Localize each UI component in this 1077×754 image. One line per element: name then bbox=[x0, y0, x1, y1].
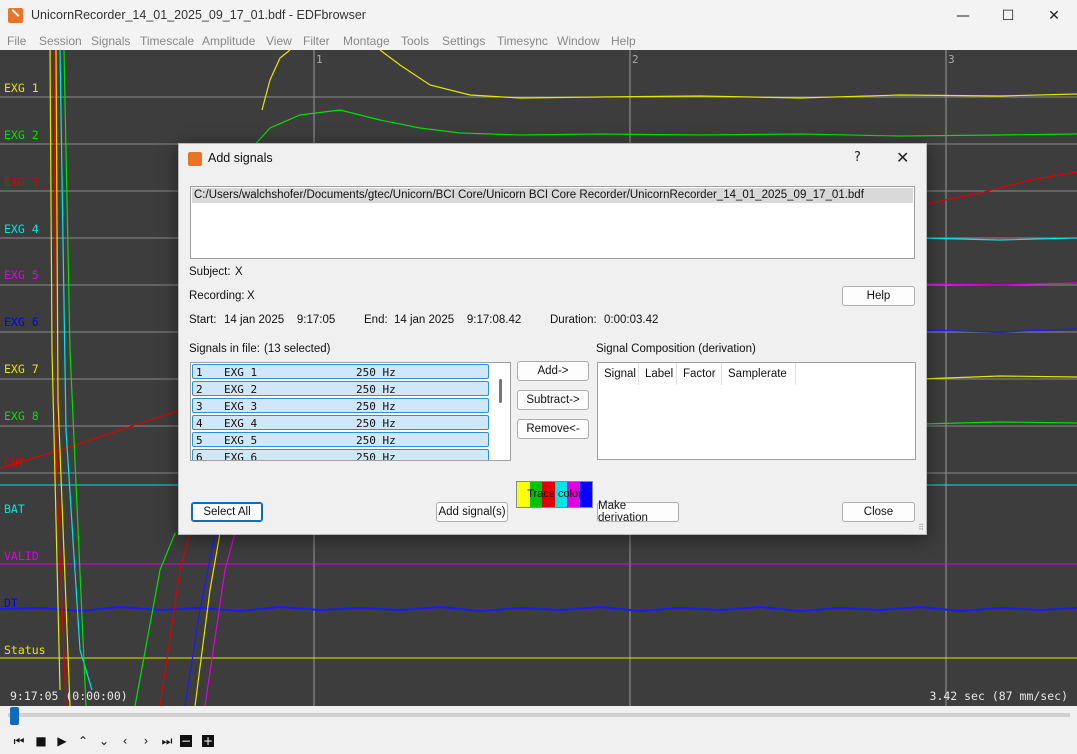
dt-trace bbox=[0, 605, 1077, 613]
subject-value: X bbox=[235, 266, 243, 278]
signal-list-item[interactable]: 6 EXG 6 250 Hz bbox=[192, 449, 489, 460]
signal-label-bat[interactable]: BAT bbox=[4, 502, 25, 516]
remove-button[interactable]: Remove<- bbox=[517, 419, 589, 439]
signal-label-exg7[interactable]: EXG 7 bbox=[4, 362, 39, 376]
menu-bar: File Session Signals Timescale Amplitude… bbox=[0, 31, 1077, 50]
menu-session[interactable]: Session bbox=[39, 34, 82, 48]
signal-list-item[interactable]: 3 EXG 3 250 Hz bbox=[192, 398, 489, 413]
dialog-close-icon[interactable]: ✕ bbox=[896, 148, 909, 167]
signal-list-item[interactable]: 4 EXG 4 250 Hz bbox=[192, 415, 489, 430]
signals-list-scrollbar[interactable] bbox=[499, 379, 502, 403]
column-header-signal[interactable]: Signal bbox=[598, 363, 639, 385]
menu-filter[interactable]: Filter bbox=[303, 34, 330, 48]
add-signals-button[interactable]: Add signal(s) bbox=[436, 502, 508, 522]
signals-in-file-label: Signals in file: bbox=[189, 343, 260, 355]
signal-list-item[interactable]: 1 EXG 1 250 Hz bbox=[192, 364, 489, 379]
start-time-readout: 9:17:05 (0:00:00) bbox=[10, 689, 128, 703]
menu-montage[interactable]: Montage bbox=[343, 34, 390, 48]
add-button[interactable]: Add-> bbox=[517, 361, 589, 381]
menu-file[interactable]: File bbox=[7, 34, 26, 48]
file-list[interactable]: C:/Users/walchshofer/Documents/gtec/Unic… bbox=[190, 186, 915, 259]
signal-label-dt[interactable]: DT bbox=[4, 596, 18, 610]
title-bar: UnicornRecorder_14_01_2025_09_17_01.bdf … bbox=[0, 0, 1077, 31]
timescale-readout: 3.42 sec (87 mm/sec) bbox=[929, 689, 1068, 703]
resize-grip-icon[interactable]: ⠿ bbox=[918, 523, 924, 532]
menu-signals[interactable]: Signals bbox=[91, 34, 130, 48]
close-button[interactable]: Close bbox=[842, 502, 915, 522]
recording-label: Recording: bbox=[189, 290, 245, 302]
trace-color-label: Trace color bbox=[527, 488, 582, 500]
page-down-icon[interactable]: ⌄ bbox=[96, 733, 112, 749]
signal-label-exg6[interactable]: EXG 6 bbox=[4, 315, 39, 329]
recording-value: X bbox=[247, 290, 255, 302]
exg8-trace bbox=[919, 421, 1077, 425]
time-scrollbar[interactable] bbox=[0, 706, 1077, 728]
help-button[interactable]: Help bbox=[842, 286, 915, 306]
menu-window[interactable]: Window bbox=[557, 34, 600, 48]
signal-label-exg2[interactable]: EXG 2 bbox=[4, 128, 39, 142]
window-title: UnicornRecorder_14_01_2025_09_17_01.bdf … bbox=[31, 8, 366, 22]
end-value: 14 jan 2025 9:17:08.42 bbox=[394, 314, 522, 326]
subject-label: Subject: bbox=[189, 266, 231, 278]
signal-label-exg1[interactable]: EXG 1 bbox=[4, 81, 39, 95]
menu-amplitude[interactable]: Amplitude bbox=[202, 34, 255, 48]
menu-help[interactable]: Help bbox=[611, 34, 636, 48]
edfbrowser-app-icon bbox=[8, 8, 23, 23]
window-close-button[interactable]: ✕ bbox=[1031, 0, 1077, 31]
signal-label-exg5[interactable]: EXG 5 bbox=[4, 268, 39, 282]
zoom-in-icon[interactable]: + bbox=[202, 735, 214, 747]
second-tick-2: 2 bbox=[632, 53, 639, 66]
duration-label: Duration: bbox=[550, 314, 597, 326]
signal-list-item[interactable]: 5 EXG 5 250 Hz bbox=[192, 432, 489, 447]
signal-label-exg8[interactable]: EXG 8 bbox=[4, 409, 39, 423]
dialog-help-icon[interactable]: ? bbox=[854, 150, 861, 165]
menu-settings[interactable]: Settings bbox=[442, 34, 485, 48]
signal-label-exg3[interactable]: EXG 3 bbox=[4, 175, 39, 189]
signal-label-cnt[interactable]: CNT bbox=[4, 456, 25, 470]
duration-value: 0:00:03.42 bbox=[604, 314, 659, 326]
column-header-samplerate[interactable]: Samplerate bbox=[722, 363, 796, 385]
scroll-handle[interactable] bbox=[10, 707, 19, 725]
select-all-button[interactable]: Select All bbox=[191, 502, 263, 522]
subtract-button[interactable]: Subtract-> bbox=[517, 390, 589, 410]
page-up-icon[interactable]: ⌃ bbox=[75, 733, 91, 749]
dialog-title: Add signals bbox=[208, 151, 273, 165]
trace-color-button[interactable]: Trace color bbox=[516, 481, 593, 508]
start-value: 14 jan 2025 9:17:05 bbox=[224, 314, 336, 326]
menu-view[interactable]: View bbox=[266, 34, 292, 48]
go-to-start-icon[interactable]: ⏮ bbox=[11, 733, 27, 749]
menu-tools[interactable]: Tools bbox=[401, 34, 429, 48]
signal-list-item[interactable]: 2 EXG 2 250 Hz bbox=[192, 381, 489, 396]
playback-controls: ⏮ ■ ▶ ⌃ ⌄ ‹ › ⏭ − + bbox=[0, 728, 1077, 754]
go-to-end-icon[interactable]: ⏭ bbox=[159, 733, 175, 749]
step-back-icon[interactable]: ‹ bbox=[117, 733, 133, 749]
make-derivation-button[interactable]: Make derivation bbox=[597, 500, 679, 524]
step-forward-icon[interactable]: › bbox=[138, 733, 154, 749]
signal-composition-table[interactable]: Signal Label Factor Samplerate bbox=[597, 362, 916, 460]
column-header-factor[interactable]: Factor bbox=[677, 363, 722, 385]
selected-count: (13 selected) bbox=[264, 343, 331, 355]
second-tick-3: 3 bbox=[948, 53, 955, 66]
composition-label: Signal Composition (derivation) bbox=[596, 343, 756, 355]
maximize-button[interactable]: ☐ bbox=[985, 0, 1031, 31]
end-label: End: bbox=[364, 314, 388, 326]
dialog-app-icon bbox=[188, 152, 202, 166]
add-signals-dialog: Add signals ? ✕ C:/Users/walchshofer/Doc… bbox=[178, 143, 927, 535]
start-label: Start: bbox=[189, 314, 217, 326]
exg1-trace bbox=[261, 50, 1077, 111]
signals-list[interactable]: 1 EXG 1 250 Hz 2 EXG 2 250 Hz 3 EXG 3 250 Hz 4… bbox=[190, 362, 511, 461]
file-list-item[interactable]: C:/Users/walchshofer/Documents/gtec/Unic… bbox=[192, 188, 913, 203]
signal-label-status[interactable]: Status bbox=[4, 643, 46, 657]
signal-label-valid[interactable]: VALID bbox=[4, 549, 39, 563]
column-header-label[interactable]: Label bbox=[639, 363, 677, 385]
minimize-button[interactable]: — bbox=[940, 0, 986, 31]
stop-icon[interactable]: ■ bbox=[33, 733, 49, 749]
menu-timescale[interactable]: Timescale bbox=[140, 34, 194, 48]
zoom-out-icon[interactable]: − bbox=[180, 735, 192, 747]
menu-timesync[interactable]: Timesync bbox=[497, 34, 548, 48]
second-tick-1: 1 bbox=[316, 53, 323, 66]
scroll-track[interactable] bbox=[8, 713, 1070, 717]
signal-label-exg4[interactable]: EXG 4 bbox=[4, 222, 39, 236]
play-icon[interactable]: ▶ bbox=[54, 733, 70, 749]
